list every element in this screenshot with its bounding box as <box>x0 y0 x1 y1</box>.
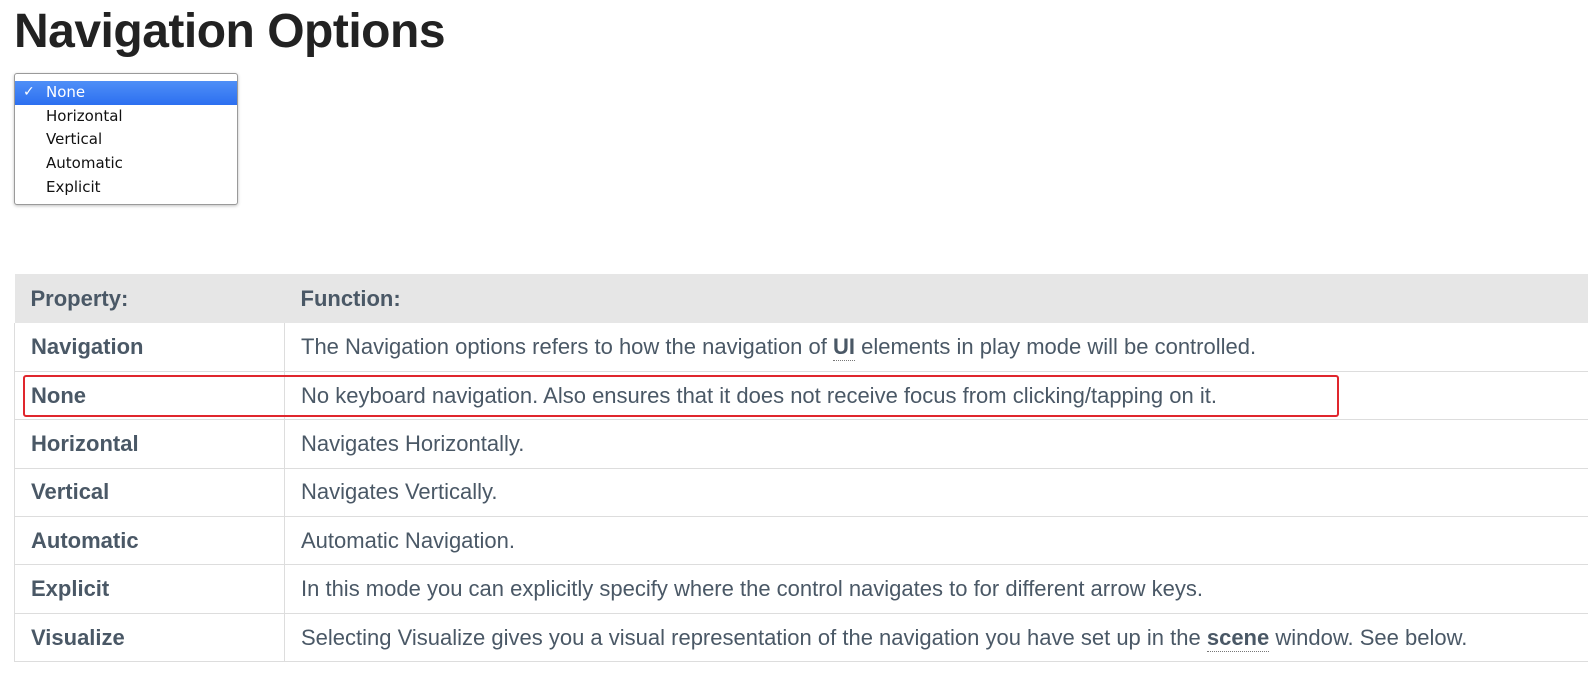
function-cell: Navigates Horizontally. <box>284 419 1588 469</box>
navigation-options-table: Property: Function: Navigation The Navig… <box>14 274 1588 662</box>
property-cell: Horizontal <box>14 419 285 469</box>
property-cell: Navigation <box>14 323 285 372</box>
scene-glossary-link[interactable]: scene <box>1206 624 1270 652</box>
checkmark-icon: ✓ <box>23 84 35 100</box>
function-cell: In this mode you can explicitly specify … <box>284 564 1588 614</box>
function-cell: No keyboard navigation. Also ensures tha… <box>284 371 1588 420</box>
dropdown-option-label: Explicit <box>46 177 101 196</box>
function-text: The Navigation options refers to how the… <box>301 333 833 359</box>
dropdown-option-label: Horizontal <box>46 106 123 125</box>
property-cell: None <box>14 371 285 420</box>
dropdown-option-horizontal: Horizontal <box>15 105 237 129</box>
dropdown-option-label: Automatic <box>46 154 123 173</box>
dropdown-option-explicit: Explicit <box>15 176 237 200</box>
dropdown-option-automatic: Automatic <box>15 152 237 176</box>
function-cell: Selecting Visualize gives you a visual r… <box>284 613 1588 662</box>
table-row: Visualize Selecting Visualize gives you … <box>14 613 1588 662</box>
function-cell: The Navigation options refers to how the… <box>284 323 1588 372</box>
table-header-row: Property: Function: <box>14 274 1588 323</box>
navigation-dropdown-image: ✓ None Horizontal Vertical Automatic Exp… <box>14 73 238 205</box>
ui-glossary-link[interactable]: UI <box>833 333 855 361</box>
dropdown-option-none: ✓ None <box>15 81 237 105</box>
table-row: None No keyboard navigation. Also ensure… <box>14 371 1588 420</box>
function-column-header: Function: <box>300 285 401 311</box>
property-column-header: Property: <box>30 285 129 311</box>
property-cell: Vertical <box>14 468 285 517</box>
table-row: Automatic Automatic Navigation. <box>14 516 1588 565</box>
function-cell: Automatic Navigation. <box>284 516 1588 565</box>
table-row: Explicit In this mode you can explicitly… <box>14 564 1588 614</box>
dropdown-option-label: Vertical <box>46 130 103 149</box>
table-row: Navigation The Navigation options refers… <box>14 323 1588 372</box>
property-cell: Explicit <box>14 564 285 614</box>
dropdown-option-label: None <box>46 83 86 101</box>
function-text: elements in play mode will be controlled… <box>855 333 1257 359</box>
function-text: window. See below. <box>1269 624 1468 650</box>
property-cell: Visualize <box>14 613 285 662</box>
table-row: Vertical Navigates Vertically. <box>14 468 1588 517</box>
property-cell: Automatic <box>14 516 285 565</box>
table-row: Horizontal Navigates Horizontally. <box>14 419 1588 469</box>
dropdown-option-vertical: Vertical <box>15 128 237 152</box>
function-cell: Navigates Vertically. <box>284 468 1588 517</box>
page-title: Navigation Options <box>14 5 446 58</box>
function-text: Selecting Visualize gives you a visual r… <box>301 624 1207 650</box>
